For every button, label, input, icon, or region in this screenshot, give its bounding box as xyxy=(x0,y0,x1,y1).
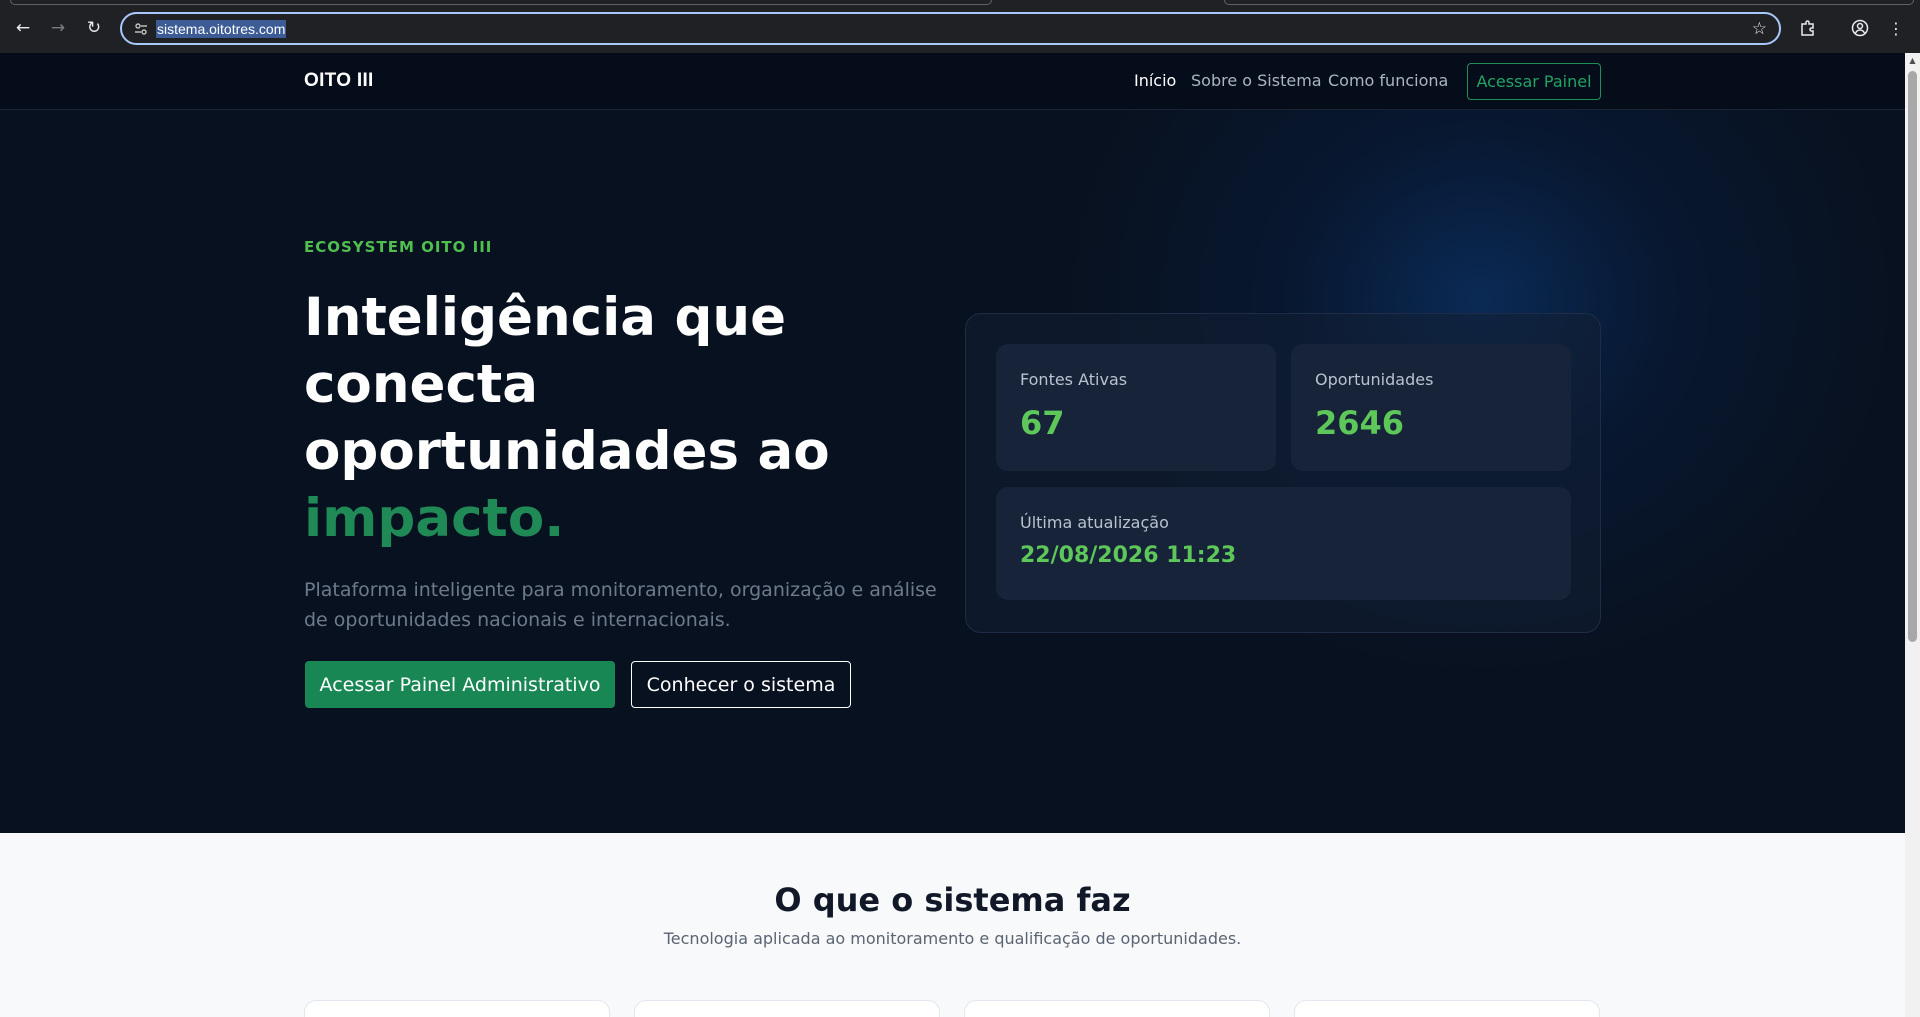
hero-description: Plataforma inteligente para monitorament… xyxy=(304,579,937,631)
reload-button[interactable]: ↻ xyxy=(80,14,108,42)
hero-section: ECOSYSTEM OITO III Inteligência que cone… xyxy=(0,110,1905,833)
tab-edge[interactable] xyxy=(1224,0,1914,5)
stats-panel: Fontes Ativas 67 Oportunidades 2646 Últi… xyxy=(965,313,1601,633)
learn-system-button[interactable]: Conhecer o sistema xyxy=(631,661,851,708)
stat-card-opportunities: Oportunidades 2646 xyxy=(1291,344,1571,471)
nav-link-sobre[interactable]: Sobre o Sistema xyxy=(1191,71,1322,90)
stat-card-sources: Fontes Ativas 67 xyxy=(996,344,1276,471)
nav-link-inicio[interactable]: Início xyxy=(1134,71,1176,90)
section-title: O que o sistema faz xyxy=(774,881,1131,919)
kebab-menu-icon: ⋮ xyxy=(1888,18,1904,38)
feature-card xyxy=(1294,1000,1600,1017)
stat-value: 2646 xyxy=(1315,404,1405,442)
profile-button[interactable] xyxy=(1846,14,1874,42)
site-settings-icon[interactable] xyxy=(132,20,150,38)
browser-toolbar: ← → ↻ sistema.oitotres.com ☆ ⋮ xyxy=(0,0,1920,53)
section-subtitle: Tecnologia aplicada ao monitoramento e q… xyxy=(663,929,1242,948)
feature-card xyxy=(304,1000,610,1017)
site-header: OITO III Início Sobre o Sistema Como fun… xyxy=(0,53,1905,110)
puzzle-icon xyxy=(1801,20,1814,36)
site-settings-icon xyxy=(135,22,147,35)
hero-eyebrow: ECOSYSTEM OITO III xyxy=(304,238,493,256)
arrow-left-icon: ← xyxy=(15,18,31,38)
headline-line: Inteligência que xyxy=(304,287,787,348)
page-scrollbar[interactable]: ▲ xyxy=(1905,53,1920,1017)
stat-label: Fontes Ativas xyxy=(1020,370,1128,389)
nav-link-como-funciona[interactable]: Como funciona xyxy=(1328,71,1448,90)
access-panel-button[interactable]: Acessar Painel xyxy=(1467,63,1601,100)
features-section: O que o sistema faz Tecnologia aplicada … xyxy=(0,833,1905,1017)
feature-card xyxy=(964,1000,1270,1017)
arrow-right-icon: → xyxy=(50,18,66,38)
reload-icon: ↻ xyxy=(86,18,102,38)
scrollbar-thumb[interactable] xyxy=(1908,71,1917,642)
tab-strip xyxy=(0,0,1920,6)
headline-accent: impacto. xyxy=(304,488,565,549)
extensions-button[interactable] xyxy=(1794,14,1822,42)
brand-logo[interactable]: OITO III xyxy=(304,70,374,92)
scroll-up-icon[interactable]: ▲ xyxy=(1908,57,1917,65)
feature-card xyxy=(634,1000,940,1017)
stat-value: 22/08/2026 11:23 xyxy=(1020,543,1237,568)
profile-icon xyxy=(1851,19,1869,37)
stat-label: Oportunidades xyxy=(1315,370,1434,389)
stat-value: 67 xyxy=(1020,404,1065,442)
stat-label: Última atualização xyxy=(1020,513,1169,532)
browser-menu-button[interactable]: ⋮ xyxy=(1882,14,1910,42)
hero-headline: Inteligência que conecta oportunidades a… xyxy=(304,284,944,552)
back-button[interactable]: ← xyxy=(9,14,37,42)
admin-panel-button[interactable]: Acessar Painel Administrativo xyxy=(305,661,615,708)
url-text[interactable]: sistema.oitotres.com xyxy=(156,19,287,38)
headline-line: oportunidades ao xyxy=(304,421,830,482)
forward-button[interactable]: → xyxy=(44,14,72,42)
address-bar[interactable]: sistema.oitotres.com ☆ xyxy=(120,12,1781,45)
stat-card-last-update: Última atualização 22/08/2026 11:23 xyxy=(996,487,1571,600)
tab-edge[interactable] xyxy=(10,0,992,5)
star-icon[interactable]: ☆ xyxy=(1752,19,1767,39)
headline-line: conecta xyxy=(304,354,539,415)
